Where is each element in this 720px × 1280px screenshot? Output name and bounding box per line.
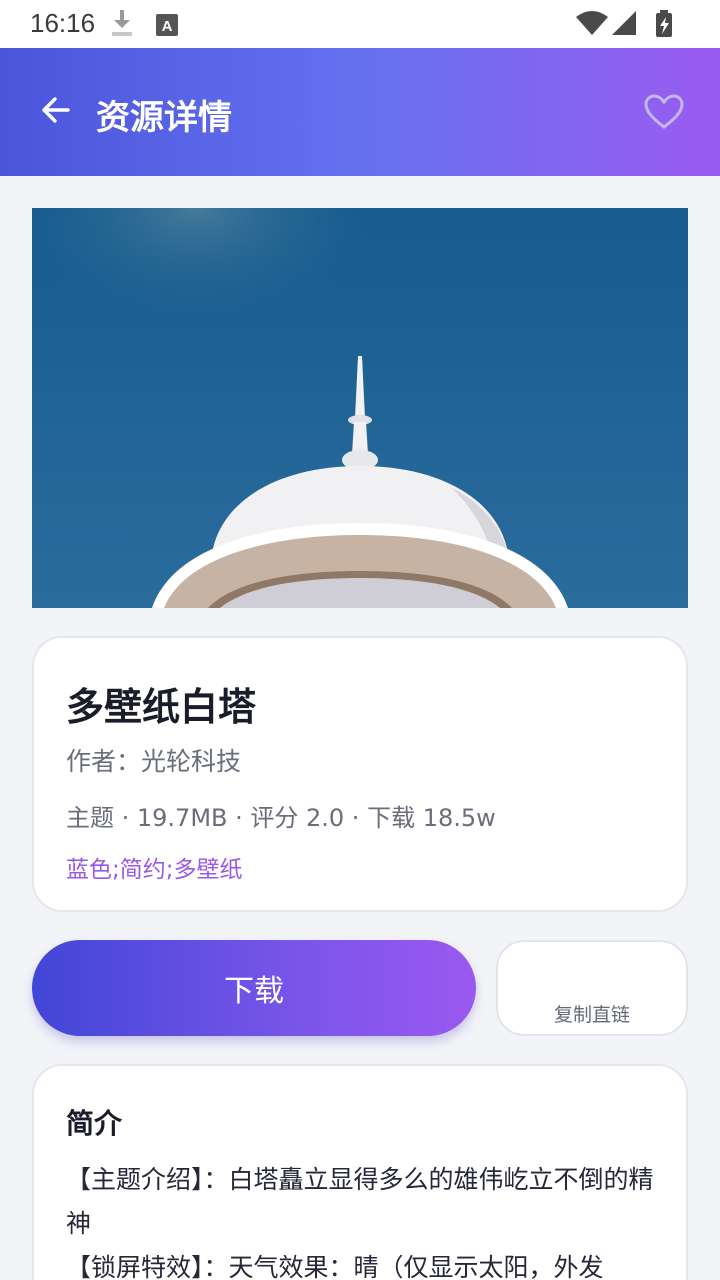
app-bar: 资源详情 [0,48,720,176]
copy-direct-link-label: 复制直链 [553,1004,630,1026]
keyboard-a-icon: A [156,14,178,36]
resource-meta: 主题 · 19.7MB · 评分 2.0 · 下载 18.5w [66,804,496,832]
resource-tags: 蓝色;简约;多壁纸 [66,857,243,883]
arrow-left-icon [42,97,70,123]
status-bar: 16:16 A [0,0,720,48]
signal-icon [612,11,636,35]
heart-outline-icon [644,94,684,129]
download-icon [112,10,132,36]
intro-heading: 简介 [66,1107,123,1140]
status-icons-right [574,9,694,43]
preview-image[interactable] [32,208,688,608]
resource-title: 多壁纸白塔 [66,685,257,729]
battery-charging-icon [656,10,672,37]
intro-line: 【主题介绍】：白塔矗立显得多么的雄伟屹立不倒的精神 [66,1165,654,1238]
white-tower-illustration [32,208,688,608]
download-button[interactable]: 下载 [32,940,476,1036]
status-time: 16:16 [30,8,96,38]
status-icons-left: A [110,10,200,44]
resource-author: 作者：光轮科技 [66,747,242,776]
copy-direct-link-button[interactable]: 复制直链 [496,940,688,1036]
svg-text:A: A [162,18,173,35]
intro-line: 【锁屏特效】：天气效果：晴（仅显示太阳，外发 [66,1253,604,1280]
wifi-icon [576,11,608,35]
favorite-button[interactable] [640,90,688,134]
resource-info-card: 多壁纸白塔 作者：光轮科技 主题 · 19.7MB · 评分 2.0 · 下载 … [32,636,688,912]
intro-card: 简介 【主题介绍】：白塔矗立显得多么的雄伟屹立不倒的精神 【锁屏特效】：天气效果… [32,1064,688,1280]
page-title: 资源详情 [96,98,232,138]
back-button[interactable] [34,88,78,132]
intro-body: 【主题介绍】：白塔矗立显得多么的雄伟屹立不倒的精神 【锁屏特效】：天气效果：晴（… [66,1158,662,1280]
